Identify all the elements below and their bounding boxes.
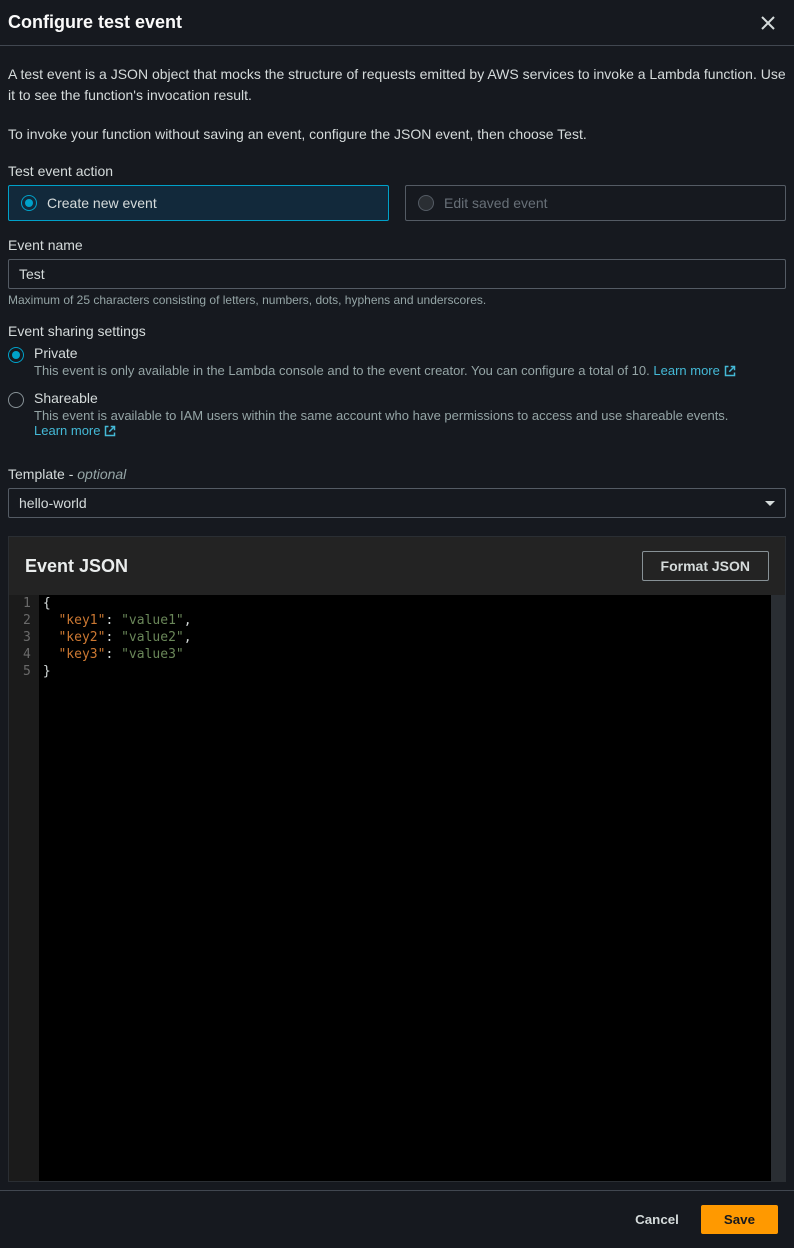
test-event-action-block: Test event action Create new event Edit … [8,163,786,221]
template-select-value: hello-world [19,495,87,511]
learn-more-private-link[interactable]: Learn more [653,363,735,378]
modal-header: Configure test event [0,0,794,46]
sharing-shareable-option[interactable]: Shareable This event is available to IAM… [8,390,786,438]
intro-paragraph-2: To invoke your function without saving a… [8,124,786,145]
event-sharing-block: Event sharing settings Private This even… [8,323,786,450]
format-json-button[interactable]: Format JSON [642,551,769,581]
code-token: "value2" [121,630,184,645]
line-number: 5 [23,663,31,680]
template-select[interactable]: hello-world [8,488,786,518]
line-number: 4 [23,646,31,663]
sharing-shareable-desc-text: This event is available to IAM users wit… [34,408,728,423]
create-new-event-option[interactable]: Create new event [8,185,389,221]
sharing-private-title: Private [34,345,736,361]
sharing-private-option[interactable]: Private This event is only available in … [8,345,786,378]
event-name-label: Event name [8,237,786,253]
create-new-event-label: Create new event [47,195,157,211]
modal-body: A test event is a JSON object that mocks… [0,46,794,1190]
code-token: "key2" [58,630,105,645]
sharing-shareable-desc: This event is available to IAM users wit… [34,408,786,438]
cancel-button[interactable]: Cancel [625,1206,689,1233]
external-link-icon [104,425,116,437]
template-label-prefix: Template - [8,466,77,482]
test-event-action-label: Test event action [8,163,786,179]
save-button[interactable]: Save [701,1205,778,1234]
sharing-shareable-title: Shareable [34,390,786,406]
template-label: Template - optional [8,466,786,482]
event-json-panel: Event JSON Format JSON 1 2 3 4 5 { "key1… [8,536,786,1182]
event-sharing-label: Event sharing settings [8,323,786,339]
code-token: "key1" [58,613,105,628]
code-token: } [43,664,51,679]
learn-more-label: Learn more [34,423,100,438]
line-number: 2 [23,612,31,629]
learn-more-label: Learn more [653,363,719,378]
modal-footer: Cancel Save [0,1190,794,1248]
external-link-icon [724,365,736,377]
code-token: "value3" [121,647,184,662]
line-number: 3 [23,629,31,646]
event-json-title: Event JSON [25,556,128,577]
chevron-down-icon [765,501,775,506]
json-editor[interactable]: 1 2 3 4 5 { "key1": "value1", "key2": "v… [9,595,785,1181]
editor-gutter: 1 2 3 4 5 [9,595,39,1181]
code-token: { [43,596,51,611]
code-token: "value1" [121,613,184,628]
sharing-private-desc-text: This event is only available in the Lamb… [34,363,650,378]
radio-icon [21,195,37,211]
template-label-optional: optional [77,466,126,482]
close-icon[interactable] [758,13,778,33]
radio-icon [8,392,24,408]
modal-title: Configure test event [8,12,182,33]
learn-more-shareable-link[interactable]: Learn more [34,423,116,438]
scrollbar[interactable] [771,595,785,1181]
template-block: Template - optional hello-world [8,466,786,518]
code-token: "key3" [58,647,105,662]
radio-icon [418,195,434,211]
sharing-private-desc: This event is only available in the Lamb… [34,363,736,378]
edit-saved-event-label: Edit saved event [444,195,548,211]
event-name-hint: Maximum of 25 characters consisting of l… [8,293,786,307]
editor-content[interactable]: { "key1": "value1", "key2": "value2", "k… [39,595,771,1181]
event-name-input[interactable] [8,259,786,289]
radio-icon [8,347,24,363]
intro-paragraph-1: A test event is a JSON object that mocks… [8,64,786,106]
line-number: 1 [23,595,31,612]
event-name-block: Event name Maximum of 25 characters cons… [8,237,786,307]
edit-saved-event-option: Edit saved event [405,185,786,221]
